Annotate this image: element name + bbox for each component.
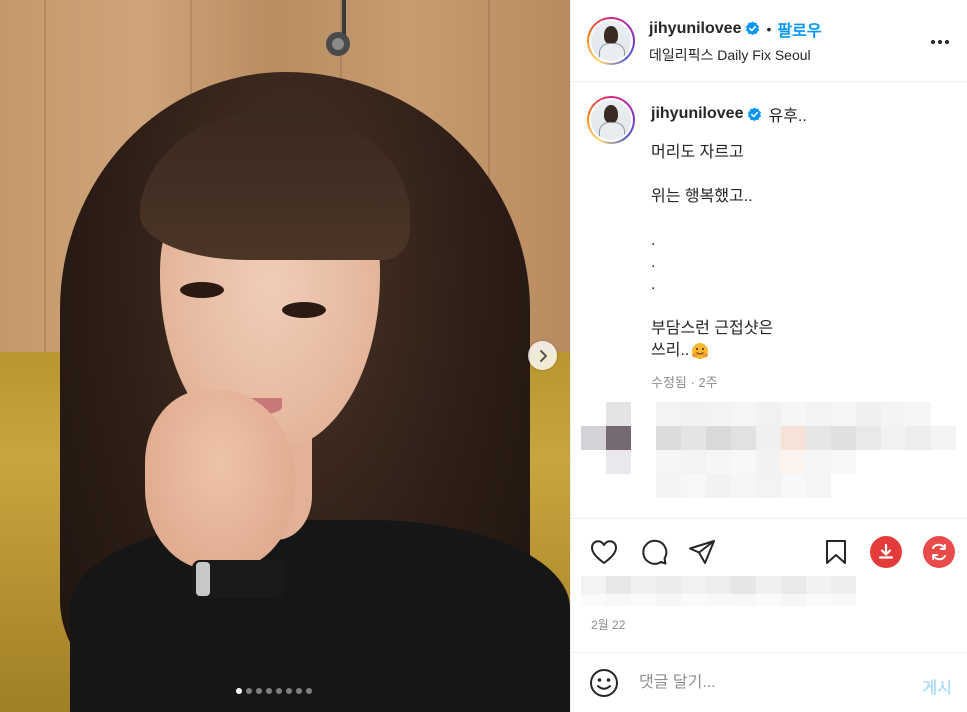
verified-badge-icon xyxy=(746,21,760,36)
blurred-likes xyxy=(581,576,856,606)
author-username[interactable]: jihyunilovee xyxy=(649,20,741,38)
separator-dot: • xyxy=(766,20,772,37)
emoji-icon[interactable] xyxy=(589,668,619,698)
caption-line: . xyxy=(651,232,656,249)
caption-line: 머리도 자르고 xyxy=(651,144,744,161)
caption-line xyxy=(651,164,952,186)
save-button[interactable] xyxy=(819,535,853,569)
post-date[interactable]: 2월 22 xyxy=(591,616,625,633)
post-comment-button[interactable]: 게시 xyxy=(923,674,952,698)
caption-line: 부담스런 근접샷은 xyxy=(651,320,774,337)
carousel-dot xyxy=(266,688,272,694)
caption-line: . xyxy=(651,276,656,293)
share-icon xyxy=(689,540,715,564)
post-caption: jihyunilovee 유후.. 머리도 자르고 위는 행복했고.. . . … xyxy=(587,96,952,391)
post-header: jihyunilovee • 팔로우 데일리픽스 Daily Fix Seoul xyxy=(571,0,967,82)
watch-face xyxy=(196,562,210,596)
like-button[interactable] xyxy=(587,535,621,569)
carousel-dot xyxy=(256,688,262,694)
follow-button[interactable]: 팔로우 xyxy=(777,17,821,41)
left-eye xyxy=(180,282,224,298)
blurred-comment xyxy=(581,402,956,498)
carousel-dot-active xyxy=(236,688,242,694)
post-sidebar: jihyunilovee • 팔로우 데일리픽스 Daily Fix Seoul xyxy=(570,0,967,712)
caption-line: 쓰리.. xyxy=(651,342,690,359)
carousel-dot xyxy=(296,688,302,694)
caption-meta: 수정됨 · 2주 xyxy=(651,375,718,390)
caption-username[interactable]: jihyunilovee xyxy=(651,105,743,123)
verified-badge-icon xyxy=(748,106,762,121)
next-slide-button[interactable] xyxy=(528,341,557,370)
right-eye xyxy=(282,302,326,318)
carousel-dot xyxy=(246,688,252,694)
comment-button[interactable] xyxy=(637,535,671,569)
caption-line: 위는 행복했고.. xyxy=(651,188,753,205)
carousel-dot xyxy=(276,688,282,694)
comment-icon xyxy=(642,539,668,565)
carousel-dot xyxy=(306,688,312,694)
caption-line xyxy=(651,296,952,318)
carousel-indicator xyxy=(236,688,312,694)
refresh-button[interactable] xyxy=(923,536,955,568)
location-link[interactable]: 데일리픽스 Daily Fix Seoul xyxy=(649,45,822,65)
heart-icon xyxy=(591,540,617,564)
comment-bar: 게시 xyxy=(571,652,967,712)
share-button[interactable] xyxy=(685,535,719,569)
black-top xyxy=(70,520,570,712)
wall-sconce xyxy=(326,0,350,56)
post-media[interactable] xyxy=(0,0,570,712)
download-button[interactable] xyxy=(870,536,902,568)
bookmark-icon xyxy=(826,540,846,564)
more-horizontal-icon xyxy=(931,40,949,44)
action-bar xyxy=(571,518,967,584)
chevron-right-icon xyxy=(539,349,547,362)
more-options-button[interactable] xyxy=(928,30,952,54)
caption-line xyxy=(651,208,952,230)
hand xyxy=(145,390,295,570)
caption-first-line: 유후.. xyxy=(768,108,807,125)
comment-input[interactable] xyxy=(639,673,899,692)
carousel-dot xyxy=(286,688,292,694)
refresh-icon xyxy=(932,543,946,561)
download-icon xyxy=(878,543,894,559)
author-avatar[interactable] xyxy=(587,16,635,65)
hugging-face-icon xyxy=(692,343,709,359)
caption-line: . xyxy=(651,254,656,271)
caption-avatar[interactable] xyxy=(587,96,635,144)
